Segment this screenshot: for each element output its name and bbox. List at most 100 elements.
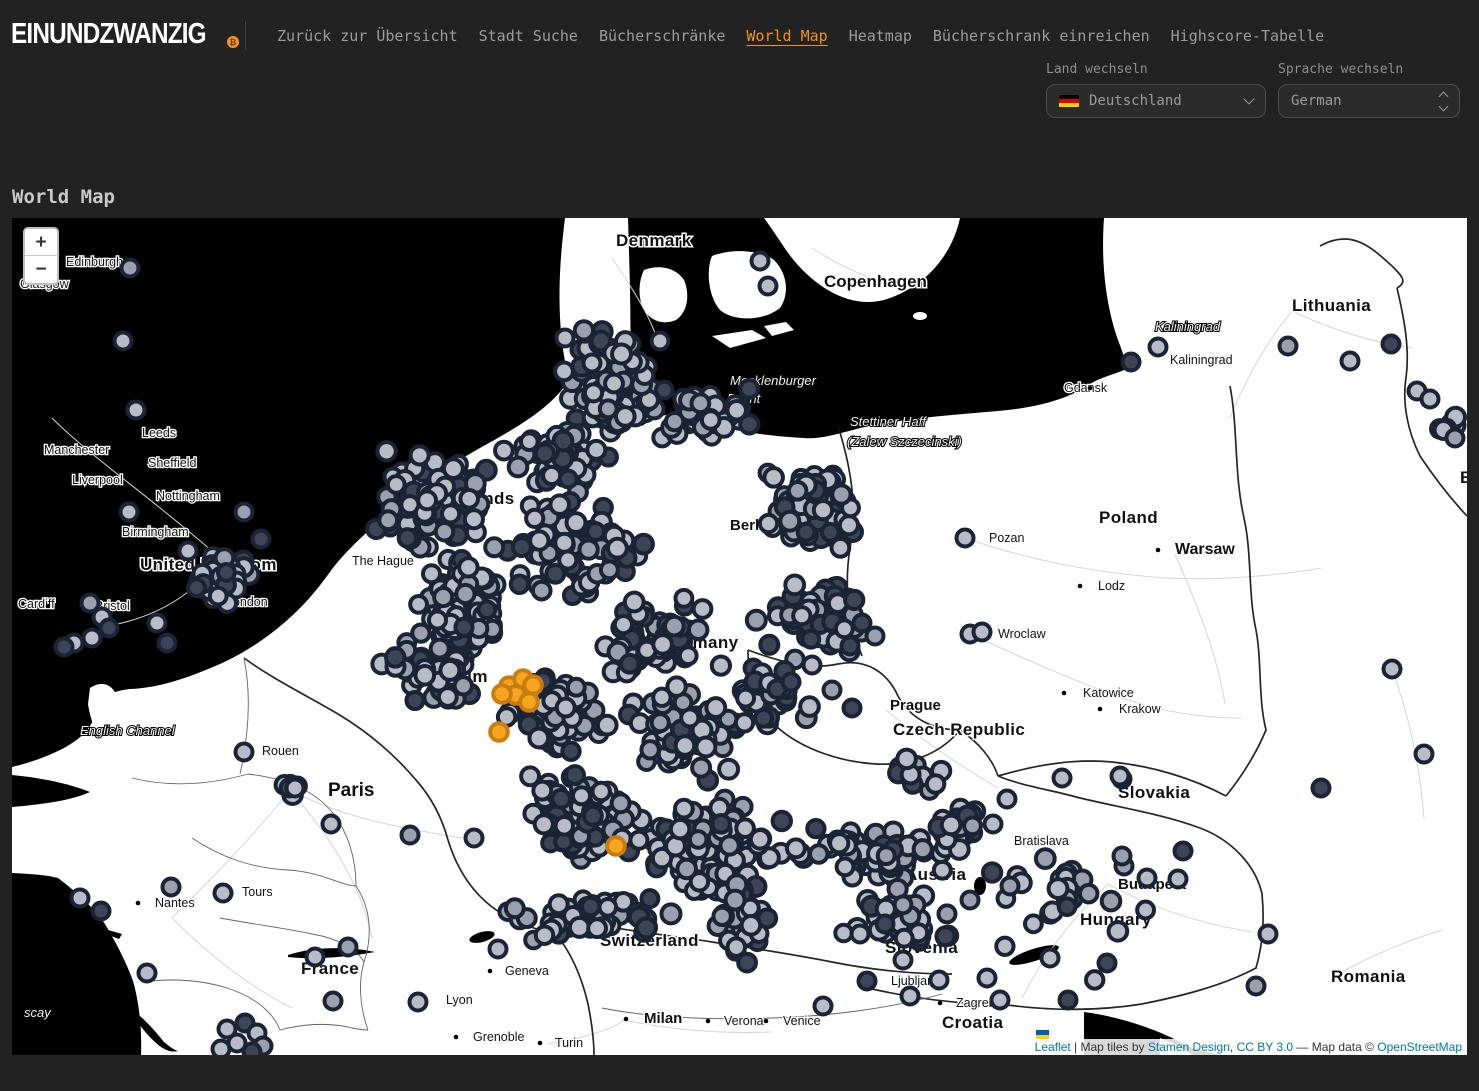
map-marker[interactable] bbox=[536, 926, 553, 943]
map-marker[interactable] bbox=[621, 655, 639, 673]
map-marker[interactable] bbox=[218, 564, 235, 581]
map-marker[interactable] bbox=[706, 698, 725, 717]
map-marker[interactable] bbox=[436, 523, 453, 540]
map-marker[interactable] bbox=[1139, 870, 1156, 887]
map-marker[interactable] bbox=[506, 899, 524, 917]
map-marker[interactable] bbox=[180, 543, 197, 560]
map-marker[interactable] bbox=[1383, 336, 1400, 353]
map-marker[interactable] bbox=[128, 402, 145, 419]
map-marker[interactable] bbox=[983, 863, 1001, 881]
map-marker[interactable] bbox=[429, 611, 446, 628]
map-marker[interactable] bbox=[652, 714, 669, 731]
map-marker[interactable] bbox=[115, 333, 132, 350]
map-marker[interactable] bbox=[377, 442, 395, 460]
map-marker[interactable] bbox=[1080, 885, 1098, 903]
map-marker[interactable] bbox=[814, 501, 832, 519]
map-marker[interactable] bbox=[938, 905, 955, 922]
map-marker[interactable] bbox=[415, 666, 434, 685]
map-marker[interactable] bbox=[793, 607, 810, 624]
country-select[interactable]: Deutschland bbox=[1046, 84, 1266, 118]
map-marker[interactable] bbox=[253, 531, 270, 548]
map-marker[interactable] bbox=[845, 591, 863, 609]
map-marker[interactable] bbox=[867, 628, 884, 645]
map-marker[interactable] bbox=[567, 513, 586, 532]
map-marker[interactable] bbox=[1170, 871, 1187, 888]
map-marker[interactable] bbox=[895, 896, 912, 913]
map-marker[interactable] bbox=[985, 816, 1002, 833]
map-marker[interactable] bbox=[511, 576, 528, 593]
map-marker[interactable] bbox=[406, 692, 423, 709]
map-marker[interactable] bbox=[513, 538, 531, 556]
map-marker-orange[interactable] bbox=[520, 693, 538, 711]
map-marker[interactable] bbox=[783, 674, 800, 691]
map-marker[interactable] bbox=[720, 836, 738, 854]
map-marker[interactable] bbox=[587, 441, 605, 459]
map-marker[interactable] bbox=[93, 903, 110, 920]
map-marker[interactable] bbox=[552, 790, 570, 808]
nav-item-2[interactable]: Bücherschränke bbox=[599, 27, 725, 45]
map-marker[interactable] bbox=[641, 890, 658, 907]
map-marker[interactable] bbox=[665, 617, 684, 636]
map-marker[interactable] bbox=[236, 504, 253, 521]
map-marker[interactable] bbox=[536, 444, 554, 462]
map-marker[interactable] bbox=[694, 600, 712, 618]
map-marker[interactable] bbox=[440, 661, 459, 680]
map-marker[interactable] bbox=[996, 938, 1013, 955]
map-marker[interactable] bbox=[1447, 430, 1464, 447]
map-marker[interactable] bbox=[992, 992, 1009, 1009]
map-marker[interactable] bbox=[974, 624, 991, 641]
map-marker[interactable] bbox=[573, 787, 590, 804]
map-marker[interactable] bbox=[485, 538, 503, 556]
map-marker[interactable] bbox=[1422, 391, 1439, 408]
map-marker[interactable] bbox=[897, 750, 916, 769]
map-marker[interactable] bbox=[550, 495, 569, 514]
map-marker[interactable] bbox=[444, 459, 463, 478]
map-marker[interactable] bbox=[479, 601, 496, 618]
map-marker[interactable] bbox=[740, 380, 758, 398]
map-marker[interactable] bbox=[323, 816, 340, 833]
map-marker[interactable] bbox=[755, 710, 772, 727]
map-marker[interactable] bbox=[530, 531, 548, 549]
map-marker[interactable] bbox=[681, 709, 698, 726]
map-marker[interactable] bbox=[835, 925, 852, 942]
map-marker[interactable] bbox=[696, 738, 715, 757]
map-marker[interactable] bbox=[599, 899, 616, 916]
map-marker[interactable] bbox=[877, 916, 894, 933]
map-marker[interactable] bbox=[832, 485, 850, 503]
map-marker[interactable] bbox=[340, 939, 357, 956]
map-marker[interactable] bbox=[431, 640, 449, 658]
map-marker[interactable] bbox=[999, 791, 1016, 808]
map-marker[interactable] bbox=[747, 611, 766, 630]
map-marker[interactable] bbox=[662, 904, 681, 923]
map-marker[interactable] bbox=[1060, 992, 1077, 1009]
osm-link[interactable]: OpenStreetMap bbox=[1377, 1040, 1462, 1054]
stamen-link[interactable]: Stamen Design bbox=[1148, 1040, 1230, 1054]
map-marker[interactable] bbox=[557, 330, 574, 347]
map-marker[interactable] bbox=[163, 879, 180, 896]
map-marker[interactable] bbox=[842, 638, 859, 655]
map-marker[interactable] bbox=[1036, 849, 1055, 868]
zoom-out-button[interactable]: − bbox=[25, 256, 57, 283]
map-marker[interactable] bbox=[521, 433, 538, 450]
map-marker[interactable] bbox=[1123, 354, 1140, 371]
map-marker[interactable] bbox=[459, 558, 477, 576]
map-marker[interactable] bbox=[780, 512, 799, 531]
map-marker[interactable] bbox=[690, 831, 707, 848]
map-marker[interactable] bbox=[605, 375, 623, 393]
map-marker[interactable] bbox=[1059, 898, 1076, 915]
map-marker[interactable] bbox=[608, 539, 627, 558]
map-marker[interactable] bbox=[630, 832, 647, 849]
map-marker[interactable] bbox=[593, 783, 610, 800]
map-marker[interactable] bbox=[1054, 770, 1071, 787]
map-marker[interactable] bbox=[612, 794, 630, 812]
map-marker[interactable] bbox=[822, 524, 839, 541]
map-marker[interactable] bbox=[728, 938, 745, 955]
map-marker[interactable] bbox=[859, 973, 876, 990]
map-marker[interactable] bbox=[1086, 971, 1103, 988]
map-marker[interactable] bbox=[386, 648, 404, 666]
map-marker[interactable] bbox=[122, 260, 139, 277]
map-marker[interactable] bbox=[566, 766, 584, 784]
map-marker[interactable] bbox=[760, 515, 777, 532]
map-marker[interactable] bbox=[962, 892, 979, 909]
map-marker[interactable] bbox=[1099, 955, 1116, 972]
